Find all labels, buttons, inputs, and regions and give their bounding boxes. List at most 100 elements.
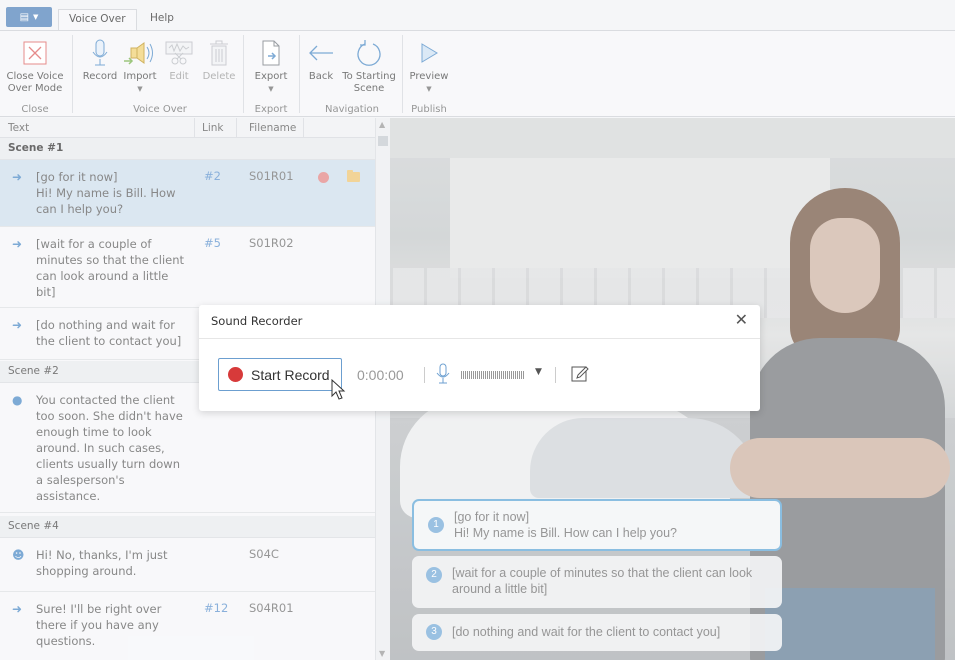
arrow-right-icon: ➜ <box>12 237 23 251</box>
microphone-icon[interactable] <box>436 363 450 388</box>
list-item[interactable]: ➜ [go for it now] Hi! My name is Bill. H… <box>0 160 375 227</box>
choice-text: [go for it now] Hi! My name is Bill. How… <box>454 510 678 540</box>
dialog-divider <box>199 338 760 339</box>
row-filename: S04R01 <box>249 601 294 615</box>
scroll-down-icon[interactable]: ▼ <box>379 649 385 658</box>
group-label-close: Close <box>21 104 49 115</box>
edit-icon[interactable] <box>571 364 589 385</box>
column-filename[interactable]: Filename <box>249 122 296 134</box>
chevron-down-icon: ▼ <box>137 85 143 93</box>
ribbon-divider <box>72 35 73 113</box>
chevron-down-icon: ▼ <box>426 85 432 93</box>
choice-option-2[interactable]: 2 [wait for a couple of minutes so that … <box>412 556 782 608</box>
choice-option-1[interactable]: 1 [go for it now] Hi! My name is Bill. H… <box>412 499 782 551</box>
close-voice-over-label: Close Voice Over Mode <box>6 71 64 94</box>
preview-button[interactable]: Preview ▼ <box>408 35 450 95</box>
microphone-icon <box>92 39 108 66</box>
export-button[interactable]: Export ▼ <box>250 35 292 95</box>
car-image <box>530 418 760 498</box>
group-label-publish: Publish <box>411 104 447 115</box>
start-record-label: Start Record <box>251 366 330 383</box>
column-link[interactable]: Link <box>202 122 224 134</box>
background-ceiling <box>390 118 955 158</box>
trash-icon <box>210 40 228 66</box>
arrow-left-icon <box>309 45 333 61</box>
import-button[interactable]: Import ▼ <box>120 35 160 95</box>
to-starting-scene-button[interactable]: To Starting Scene <box>340 35 398 95</box>
arrow-right-icon: ➜ <box>12 318 23 332</box>
row-text: Hi! No, thanks, I'm just shopping around… <box>36 548 168 578</box>
scene-header[interactable]: Scene #1 <box>0 138 375 160</box>
chevron-down-icon: ▼ <box>33 13 39 21</box>
tab-voice-over[interactable]: Voice Over <box>58 9 137 30</box>
mouse-cursor-icon <box>331 378 347 404</box>
list-item[interactable]: ☻ Hi! No, thanks, I'm just shopping arou… <box>0 538 375 592</box>
chevron-down-icon: ▼ <box>268 85 274 93</box>
row-link[interactable]: #5 <box>204 236 221 250</box>
export-label: Export <box>254 71 288 82</box>
record-dot-icon[interactable] <box>318 172 329 183</box>
row-link[interactable]: #2 <box>204 169 221 183</box>
column-header: Text Link Filename <box>0 118 375 138</box>
row-text: [go for it now] Hi! My name is Bill. How… <box>36 170 176 216</box>
row-filename: S01R01 <box>249 169 294 183</box>
scene-header[interactable]: Scene #4 <box>0 516 375 538</box>
row-link[interactable]: #12 <box>204 601 228 615</box>
record-label: Record <box>82 71 118 82</box>
dialog-title: Sound Recorder <box>211 314 303 328</box>
close-voice-over-button[interactable]: Close Voice Over Mode <box>6 35 64 95</box>
chevron-down-icon[interactable]: ▼ <box>535 367 542 377</box>
edit-button[interactable]: Edit <box>162 35 196 83</box>
restart-icon <box>357 40 381 66</box>
app-menu-icon: ▤ <box>19 11 30 23</box>
ribbon-tab-bar: ▤ ▼ Voice Over Help <box>0 0 955 30</box>
toolbar-divider <box>424 367 425 383</box>
record-dot-icon <box>228 367 243 382</box>
row-text: Sure! I'll be right over there if you ha… <box>36 602 162 648</box>
record-button[interactable]: Record <box>80 35 120 83</box>
choice-number: 2 <box>426 567 442 583</box>
row-filename: S01R02 <box>249 236 294 250</box>
close-icon[interactable]: ✕ <box>735 310 748 329</box>
scroll-up-icon[interactable]: ▲ <box>379 120 385 129</box>
speaker-import-icon <box>124 42 153 65</box>
column-divider[interactable] <box>303 118 304 138</box>
app-menu-button[interactable]: ▤ ▼ <box>6 7 52 27</box>
edit-label: Edit <box>169 71 189 82</box>
arrow-right-icon: ➜ <box>12 602 23 616</box>
delete-label: Delete <box>202 71 236 82</box>
back-label: Back <box>308 71 334 82</box>
row-text: You contacted the client too soon. She d… <box>36 393 183 503</box>
back-button[interactable]: Back <box>304 35 338 83</box>
import-label: Import <box>123 71 157 82</box>
sound-recorder-dialog: Sound Recorder ✕ Start Record 0:00:00 ▼ <box>199 305 760 411</box>
folder-icon[interactable] <box>347 170 360 182</box>
choice-option-3[interactable]: 3 [do nothing and wait for the client to… <box>412 614 782 651</box>
to-starting-scene-label: To Starting Scene <box>342 71 396 94</box>
delete-button[interactable]: Delete <box>200 35 238 83</box>
scrollbar-thumb[interactable] <box>378 136 388 146</box>
background-wall <box>450 158 830 278</box>
column-divider[interactable] <box>236 118 237 138</box>
speech-bubble-icon: ● <box>12 393 23 407</box>
group-label-navigation: Navigation <box>325 104 379 115</box>
column-divider[interactable] <box>194 118 195 138</box>
toolbar-divider <box>555 367 556 383</box>
list-item[interactable]: ➜ [wait for a couple of minutes so that … <box>0 227 375 308</box>
input-level-meter <box>461 371 525 379</box>
play-icon <box>421 43 438 63</box>
person-icon: ☻ <box>12 548 25 562</box>
choice-text: [wait for a couple of minutes so that th… <box>452 566 753 596</box>
choice-text: [do nothing and wait for the client to c… <box>452 625 721 639</box>
start-record-button[interactable]: Start Record <box>218 358 342 391</box>
arrow-right-icon: ➜ <box>12 170 23 184</box>
list-item[interactable]: ➜ Sure! I'll be right over there if you … <box>0 592 375 660</box>
ribbon-divider <box>243 35 244 113</box>
tab-help[interactable]: Help <box>140 9 184 30</box>
group-label-export: Export <box>254 104 288 115</box>
column-text[interactable]: Text <box>8 122 29 134</box>
row-text: [wait for a couple of minutes so that th… <box>36 237 185 299</box>
character-image <box>810 218 880 313</box>
row-text: [do nothing and wait for the client to c… <box>36 318 182 348</box>
preview-label: Preview <box>409 71 449 82</box>
